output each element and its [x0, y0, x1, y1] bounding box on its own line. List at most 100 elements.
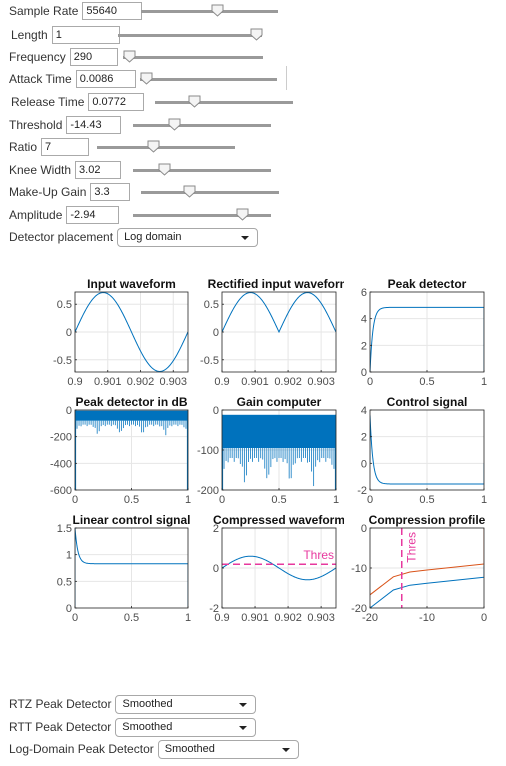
ratio-input[interactable] [41, 138, 90, 156]
detector-placement-label: Detector placement [9, 230, 114, 244]
y-tick-label: -2 [209, 603, 219, 615]
series-band [222, 414, 336, 448]
sample-rate-input[interactable] [82, 2, 143, 20]
release-time-slider[interactable] [155, 95, 293, 111]
make-up-gain-label: Make-Up Gain [9, 185, 87, 199]
y-tick-label: 0 [66, 405, 72, 417]
y-tick-label: -0.5 [200, 355, 219, 367]
amplitude-slider-track[interactable] [133, 214, 271, 217]
rtz-peak-detector-dropdown[interactable]: Smoothed [115, 694, 257, 714]
length-input[interactable] [51, 26, 120, 44]
threshold-slider-track[interactable] [133, 124, 271, 127]
x-tick-label: 0 [72, 612, 78, 624]
plot-title: Compressed waveform [213, 513, 344, 527]
threshold-input[interactable] [66, 116, 122, 134]
length-slider-thumb[interactable] [250, 28, 263, 41]
x-tick-label: 0.5 [124, 612, 139, 624]
make-up-gain-slider-track[interactable] [141, 191, 279, 194]
x-tick-label: 0 [367, 376, 373, 388]
amplitude-label: Amplitude [9, 208, 63, 222]
attack-time-slider-thumb[interactable] [140, 72, 153, 85]
chevron-down-icon [281, 747, 290, 752]
frequency-slider-thumb[interactable] [123, 50, 136, 63]
amplitude-input[interactable] [66, 206, 120, 224]
x-tick-label: 0.9 [214, 376, 229, 388]
knee-width-slider[interactable] [133, 163, 271, 179]
x-tick-label: 0.9 [67, 376, 82, 388]
rtt-peak-detector-dropdown[interactable]: Smoothed [115, 717, 257, 737]
plot-title: Rectified input waveform [208, 277, 344, 291]
release-time-input[interactable] [88, 93, 145, 111]
knee-width-slider-thumb[interactable] [158, 163, 171, 176]
threshold-slider[interactable] [133, 118, 271, 134]
frequency-slider[interactable] [123, 50, 263, 66]
attack-time-slider[interactable] [140, 72, 277, 88]
y-tick-label: -10 [351, 563, 367, 575]
log-domain-peak-detector-dropdown[interactable]: Smoothed [157, 739, 299, 759]
y-tick-label: 2 [361, 432, 367, 444]
sample-rate-slider-track[interactable] [141, 10, 278, 13]
y-tick-label: 0.5 [204, 299, 219, 311]
linear-control-signal-plot: 0 0.5 100.511.5Linear control signal [57, 513, 191, 624]
attack-time-label: Attack Time [9, 72, 72, 86]
input-waveform-plot: 0.9 0.901 0.902 0.903-0.500.5Input waveform [53, 277, 189, 388]
log-domain-peak-detector-label: Log-Domain Peak Detector [9, 742, 154, 756]
x-tick-label: 0.5 [419, 376, 434, 388]
detector-placement-dropdown[interactable]: Log domain [117, 227, 259, 247]
plot-title: Control signal [387, 395, 468, 409]
ratio-slider[interactable] [97, 140, 235, 156]
ratio-slider-thumb[interactable] [147, 140, 160, 153]
release-time-slider-track[interactable] [155, 101, 293, 104]
amplitude-slider[interactable] [133, 208, 271, 224]
threshold-slider-thumb[interactable] [168, 118, 181, 131]
rectified-input-waveform-plot: 0.9 0.901 0.902 0.903-0.500.5Rectified inpu… [200, 277, 344, 388]
knee-width-input[interactable] [75, 161, 122, 179]
length-slider-track[interactable] [118, 34, 262, 37]
amplitude-slider-thumb[interactable] [236, 208, 249, 221]
make-up-gain-slider-thumb[interactable] [183, 185, 196, 198]
separator-line [286, 66, 287, 90]
make-up-gain-row: Make-Up Gain [9, 182, 131, 202]
x-tick-label: 1 [481, 376, 487, 388]
y-tick-label: 0 [213, 563, 219, 575]
y-tick-label: 0.5 [57, 576, 72, 588]
rtz-peak-detector-row: RTZ Peak Detector Smoothed [9, 694, 257, 714]
make-up-gain-input[interactable] [90, 183, 131, 201]
length-slider[interactable] [118, 28, 263, 44]
peak-detector-db-plot: 0 0.5 1-600-400-2000Peak detector in dB [50, 395, 191, 506]
knee-width-slider-track[interactable] [133, 169, 271, 172]
frequency-slider-track[interactable] [123, 56, 263, 59]
attack-time-slider-track[interactable] [140, 78, 277, 81]
plot-title: Input waveform [87, 277, 176, 291]
ratio-slider-track[interactable] [97, 146, 235, 149]
plot-title: Linear control signal [72, 513, 190, 527]
x-tick-label: 0.5 [124, 494, 139, 506]
y-tick-label: 0 [213, 327, 219, 339]
y-tick-label: -0.5 [53, 355, 72, 367]
sample-rate-slider[interactable] [141, 4, 278, 20]
x-tick-label: 0.902 [274, 612, 302, 624]
attack-time-input[interactable] [75, 70, 136, 88]
x-tick-label: 0 [481, 612, 487, 624]
detector-placement-value: Log domain [124, 231, 182, 243]
x-tick-label: 0.901 [241, 376, 269, 388]
rtt-peak-detector-row: RTT Peak Detector Smoothed [9, 717, 257, 737]
compression-profile-plot: Thres-20 -10 0-20-100Compression profile [351, 513, 487, 624]
sample-rate-slider-thumb[interactable] [211, 4, 224, 17]
rtz-peak-detector-value: Smoothed [122, 698, 173, 710]
release-time-slider-thumb[interactable] [188, 95, 201, 108]
knee-width-label: Knee Width [9, 163, 72, 177]
x-tick-label: 0.5 [271, 494, 286, 506]
rtt-peak-detector-label: RTT Peak Detector [9, 720, 112, 734]
y-tick-label: 0 [213, 405, 219, 417]
y-tick-label: 0 [361, 523, 367, 535]
plot-title: Compression profile [369, 513, 486, 527]
x-tick-label: 0 [72, 494, 78, 506]
y-tick-label: 4 [361, 405, 367, 417]
y-tick-label: 0 [66, 327, 72, 339]
make-up-gain-slider[interactable] [141, 185, 279, 201]
x-tick-label: 0.902 [274, 376, 302, 388]
y-tick-label: 1.5 [57, 523, 72, 535]
release-time-row: Release Time [11, 92, 145, 112]
frequency-input[interactable] [69, 48, 118, 66]
